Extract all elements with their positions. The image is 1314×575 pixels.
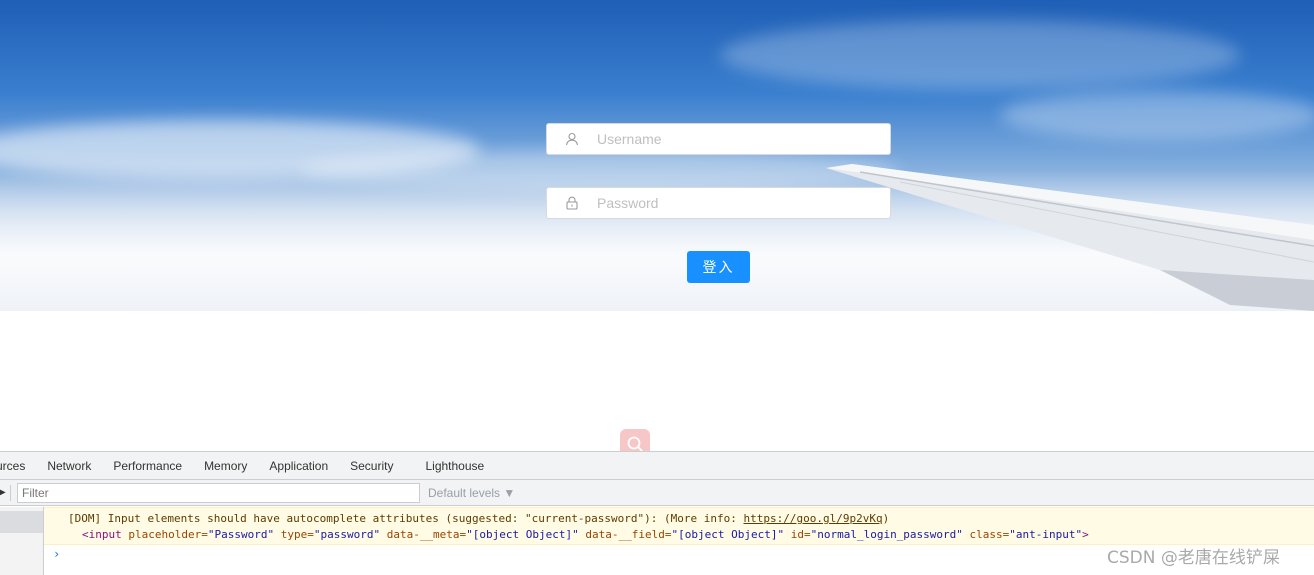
tab-security[interactable]: Security bbox=[339, 452, 404, 480]
tab-sources[interactable]: urces bbox=[0, 452, 36, 480]
watermark: CSDN @老唐在线铲屎 bbox=[1107, 548, 1280, 568]
warning-element-snippet[interactable]: <input placeholder="Password" type="pass… bbox=[82, 528, 1089, 541]
console-prompt-icon[interactable]: › bbox=[53, 547, 60, 561]
tab-lighthouse[interactable]: Lighthouse bbox=[414, 452, 495, 480]
lock-icon bbox=[547, 196, 597, 210]
tab-network[interactable]: Network bbox=[36, 452, 102, 480]
console-sidebar-selected-item[interactable] bbox=[0, 511, 43, 533]
tab-performance[interactable]: Performance bbox=[102, 452, 193, 480]
user-icon bbox=[547, 132, 597, 146]
username-field[interactable] bbox=[546, 123, 891, 155]
devtools-tab-bar: urces Network Performance Memory Applica… bbox=[0, 452, 1314, 480]
airplane-wing-image bbox=[826, 164, 1314, 311]
tab-memory[interactable]: Memory bbox=[193, 452, 258, 480]
log-levels-dropdown[interactable]: Default levels ▼ bbox=[428, 486, 515, 500]
console-filter-bar: ▶ Default levels ▼ bbox=[0, 480, 1314, 506]
more-info-link[interactable]: https://goo.gl/9p2vKq bbox=[744, 512, 883, 525]
password-field[interactable] bbox=[546, 187, 891, 219]
toolbar-divider bbox=[10, 484, 11, 501]
login-background bbox=[0, 0, 1314, 311]
tab-application[interactable]: Application bbox=[258, 452, 339, 480]
console-filter-input[interactable] bbox=[17, 482, 420, 503]
console-warning-message: [DOM] Input elements should have autocom… bbox=[44, 507, 1314, 545]
username-input[interactable] bbox=[597, 125, 877, 153]
console-sidebar bbox=[0, 507, 44, 575]
warning-text: [DOM] Input elements should have autocom… bbox=[68, 512, 890, 525]
password-input[interactable] bbox=[597, 189, 877, 217]
play-icon[interactable]: ▶ bbox=[0, 487, 6, 498]
login-button[interactable]: 登入 bbox=[687, 251, 750, 283]
